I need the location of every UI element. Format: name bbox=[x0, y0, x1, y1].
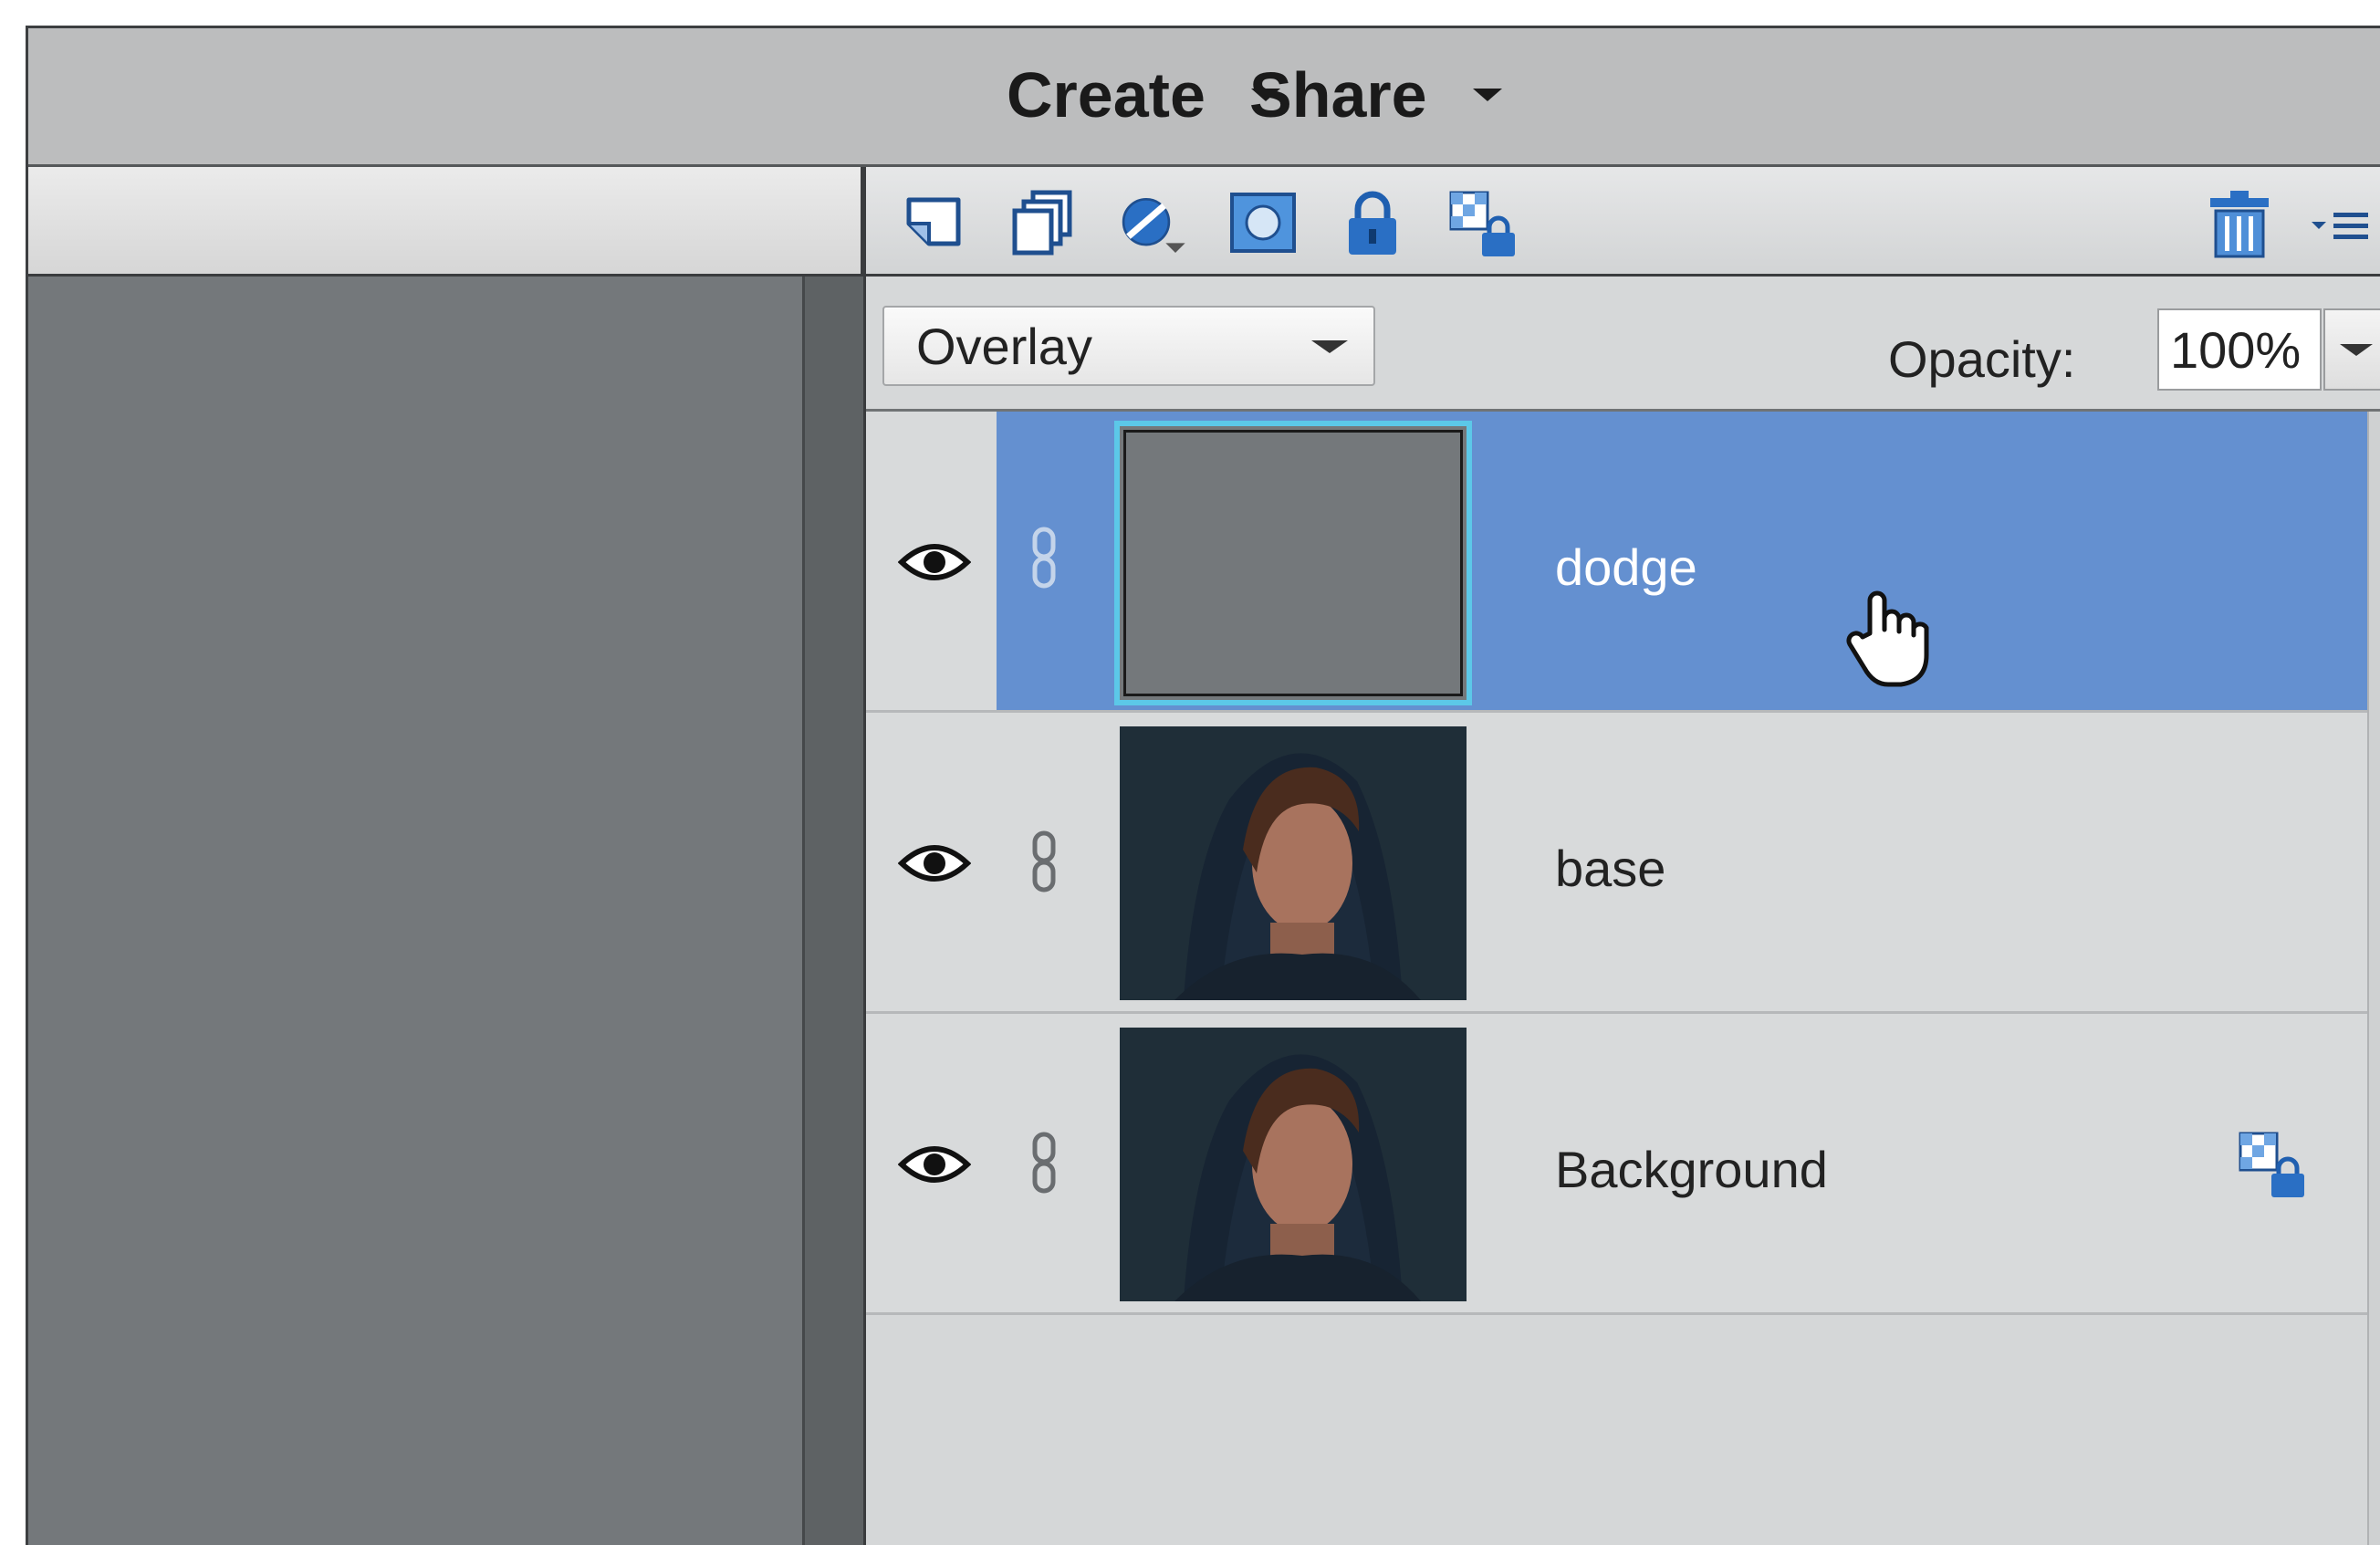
layer-row-base[interactable]: base bbox=[866, 713, 2367, 1014]
blend-options-row: Overlay Opacity: bbox=[866, 277, 2380, 412]
eye-icon[interactable] bbox=[898, 836, 971, 891]
layer-name: Background bbox=[1555, 1141, 1828, 1198]
left-panel-header bbox=[28, 167, 863, 277]
lock-transparent-pixels-icon bbox=[2239, 1132, 2304, 1197]
opacity-input[interactable] bbox=[2157, 308, 2322, 391]
create-menu[interactable]: Create bbox=[1007, 54, 1280, 136]
layers-panel: Overlay Opacity: dodge bbox=[863, 167, 2380, 1545]
visibility-cell[interactable] bbox=[866, 1014, 997, 1312]
blend-chevron-down-icon bbox=[1311, 340, 1348, 353]
link-icon[interactable] bbox=[1026, 830, 1062, 893]
visibility-cell[interactable] bbox=[866, 713, 997, 1011]
panel-divider[interactable] bbox=[802, 277, 863, 1545]
eye-icon[interactable] bbox=[898, 535, 971, 590]
visibility-cell[interactable] bbox=[866, 412, 997, 710]
layers-toolbar bbox=[866, 167, 2380, 277]
new-layer-icon[interactable] bbox=[898, 187, 971, 260]
create-label: Create bbox=[1007, 59, 1206, 130]
scrollbar[interactable] bbox=[2367, 412, 2380, 1545]
layer-row-background[interactable]: Background bbox=[866, 1014, 2367, 1315]
blend-mode-value: Overlay bbox=[916, 318, 1092, 375]
layer-name: dodge bbox=[1555, 538, 1697, 596]
panel-menu-icon[interactable] bbox=[2308, 187, 2372, 260]
share-chevron-down-icon bbox=[1472, 89, 1502, 101]
layer-thumbnail-base bbox=[1120, 726, 1467, 1000]
layer-thumbnail-dodge bbox=[1114, 421, 1472, 705]
link-icon[interactable] bbox=[1026, 1131, 1062, 1195]
lock-transparent-pixels-icon[interactable] bbox=[1446, 187, 1519, 260]
blend-mode-select[interactable]: Overlay bbox=[882, 306, 1375, 386]
layer-thumbnail-background bbox=[1120, 1028, 1467, 1301]
layer-name: base bbox=[1555, 840, 1666, 897]
link-icon[interactable] bbox=[1026, 526, 1062, 590]
hand-cursor-icon bbox=[1846, 590, 1929, 687]
trash-icon[interactable] bbox=[2203, 187, 2276, 260]
top-bar: Create Share bbox=[28, 28, 2380, 167]
share-label: Share bbox=[1249, 59, 1427, 130]
opacity-label: Opacity: bbox=[1888, 330, 2076, 388]
editor-window: Create Share Overlay Opacity: 100% dodge… bbox=[26, 26, 2380, 1545]
share-menu[interactable]: Share bbox=[1249, 54, 1502, 136]
new-group-icon[interactable] bbox=[1007, 187, 1080, 260]
canvas-area bbox=[28, 277, 802, 1545]
lock-icon[interactable] bbox=[1336, 187, 1409, 260]
layer-row-dodge[interactable]: dodge bbox=[866, 412, 2367, 713]
eye-icon[interactable] bbox=[898, 1137, 971, 1192]
adjustment-layer-icon[interactable] bbox=[1117, 187, 1190, 260]
layer-mask-icon[interactable] bbox=[1227, 187, 1300, 260]
opacity-dropdown-button[interactable] bbox=[2323, 308, 2380, 391]
